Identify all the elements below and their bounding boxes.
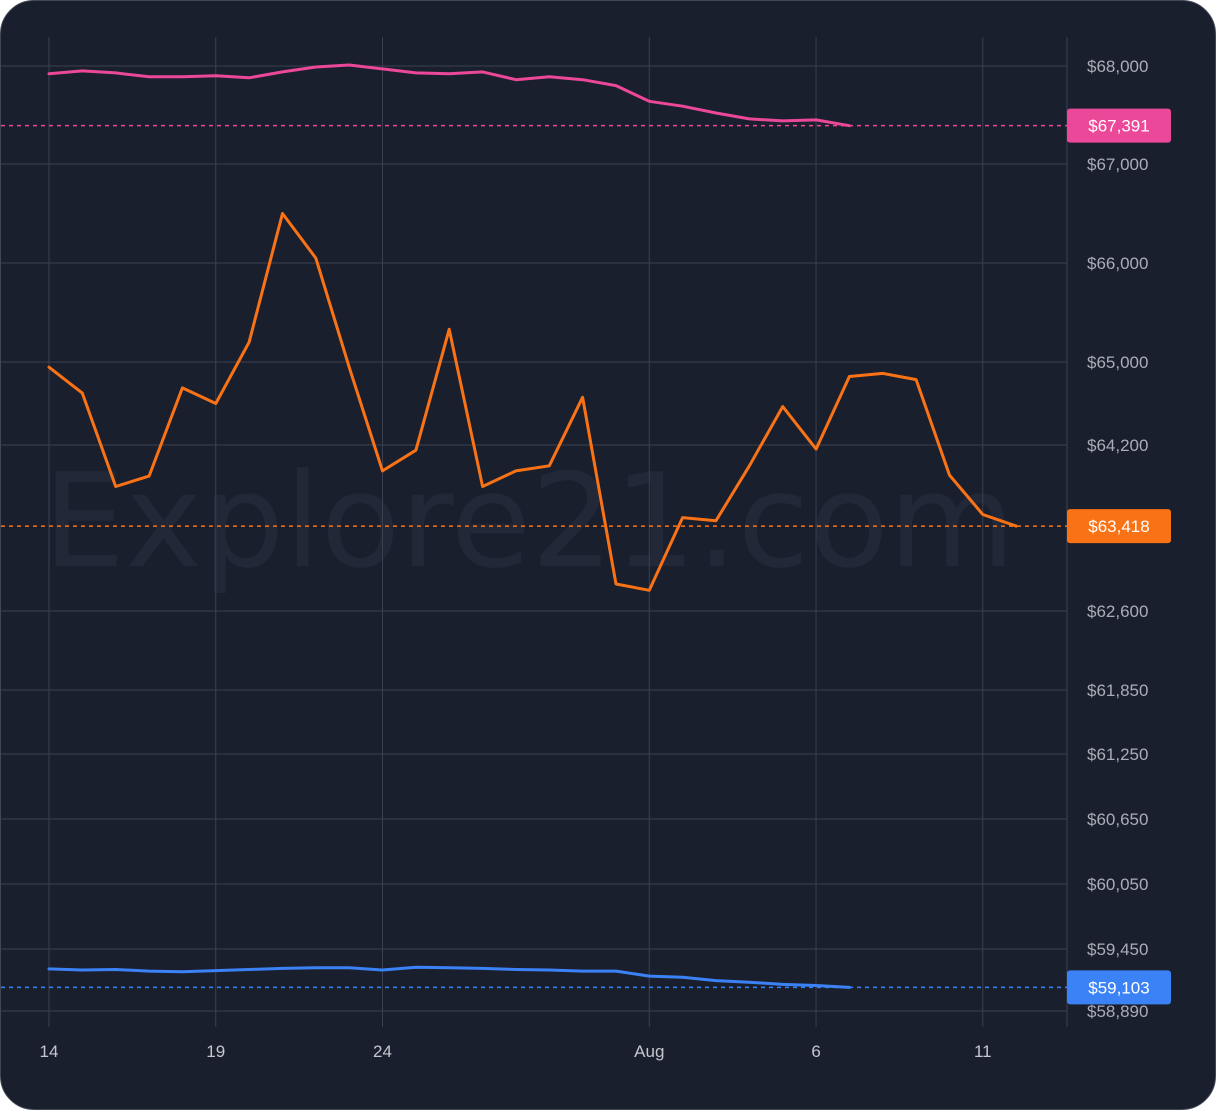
last-value-label: $63,418: [1088, 517, 1149, 536]
last-value-label: $67,391: [1088, 117, 1149, 136]
price-chart: Explore21.com $68,000$67,000$66,000$65,0…: [1, 37, 1171, 1061]
y-tick-label: $68,000: [1087, 57, 1148, 76]
x-tick-label: 19: [206, 1042, 225, 1061]
x-tick-label: Aug: [634, 1042, 664, 1061]
y-tick-label: $65,000: [1087, 353, 1148, 372]
y-tick-label: $61,250: [1087, 745, 1148, 764]
y-tick-label: $60,650: [1087, 810, 1148, 829]
x-tick-label: 24: [373, 1042, 392, 1061]
y-tick-label: $59,450: [1087, 940, 1148, 959]
y-tick-label: $58,890: [1087, 1002, 1148, 1021]
x-tick-label: 14: [40, 1042, 59, 1061]
y-tick-label: $60,050: [1087, 875, 1148, 894]
x-tick-label: 6: [811, 1042, 820, 1061]
chart-card: Explore21.com $68,000 $67,000 $66,000 $65,0…: [0, 0, 1216, 1110]
last-value-label: $59,103: [1088, 978, 1149, 997]
series-line: [47, 63, 851, 128]
series-line: [47, 965, 851, 989]
y-tick-label: $64,200: [1087, 436, 1148, 455]
x-axis: 14 19 24 Aug 6 11: [40, 1042, 992, 1061]
y-tick-label: $66,000: [1087, 254, 1148, 273]
last-value-badges: $67,391 $63,418 $59,103: [1067, 108, 1171, 1005]
x-tick-label: 11: [974, 1042, 992, 1061]
y-tick-label: $62,600: [1087, 602, 1148, 621]
y-tick-label: $61,850: [1087, 681, 1148, 700]
y-tick-label: $67,000: [1087, 155, 1148, 174]
